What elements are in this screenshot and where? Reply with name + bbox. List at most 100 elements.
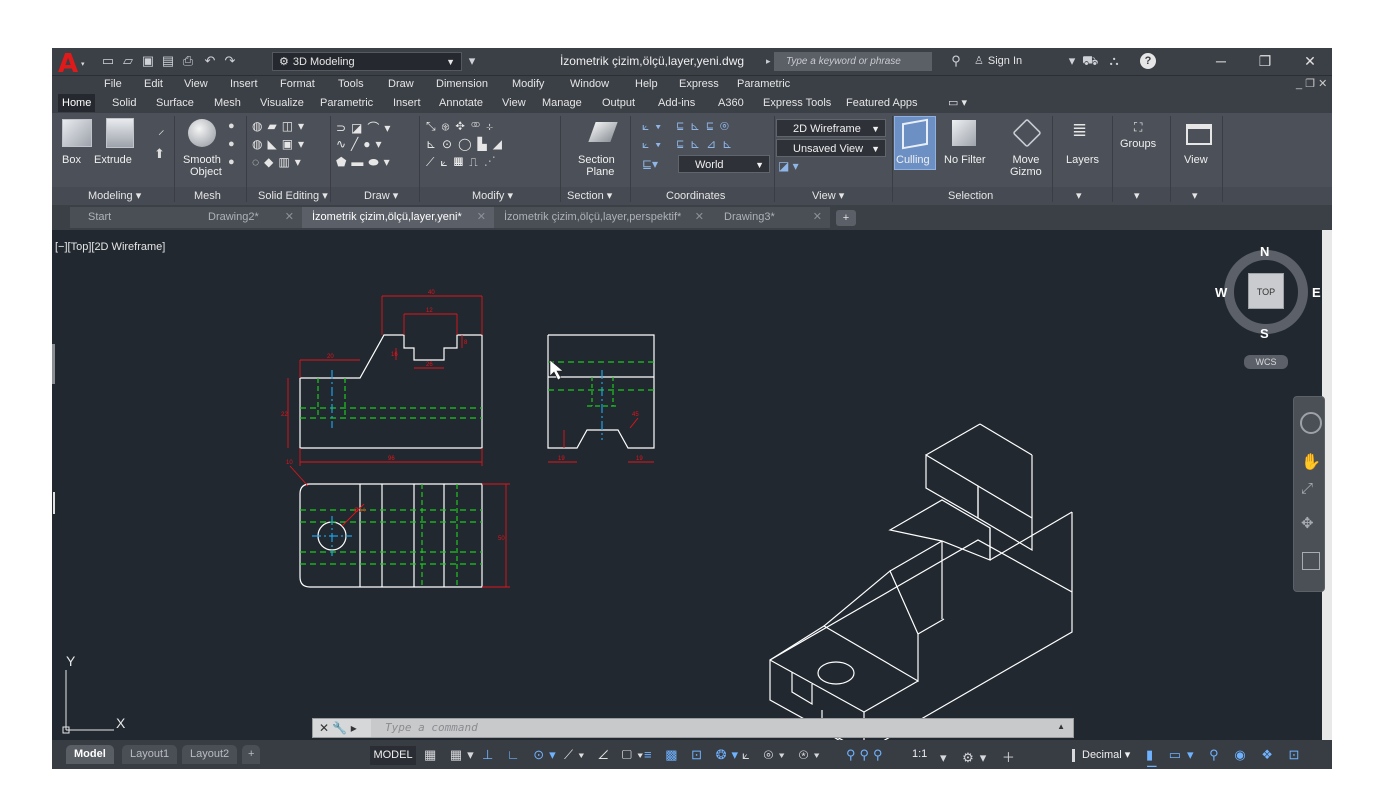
solid-editing-row2-icons[interactable]: ◍◣▣▾ — [252, 137, 309, 151]
save-icon[interactable]: ▣ — [140, 53, 156, 69]
panel-title-section[interactable]: Section ▾ — [567, 188, 612, 204]
menu-parametric[interactable]: Parametric — [737, 76, 790, 93]
cart-icon[interactable]: ⛟ — [1082, 53, 1098, 69]
no-filter-icon[interactable] — [952, 120, 976, 146]
signin-dropdown-icon[interactable]: ▾ — [1064, 53, 1080, 69]
panel-title-modify[interactable]: Modify ▾ — [472, 188, 513, 204]
minimize-button[interactable]: ─ — [1199, 48, 1243, 75]
sign-in-button[interactable]: ♙ Sign In — [974, 52, 1022, 71]
command-history-icon[interactable]: ▲ — [1057, 722, 1065, 731]
panel-title-solid-editing[interactable]: Solid Editing ▾ — [258, 188, 328, 204]
menu-window[interactable]: Window — [570, 76, 609, 93]
panel-title-coordinates[interactable]: Coordinates — [666, 188, 725, 204]
compass-north[interactable]: N — [1260, 244, 1269, 259]
orbit-icon[interactable]: ✥ — [1301, 514, 1314, 532]
draw-row2-icons[interactable]: ∿╱●▾ — [336, 137, 387, 151]
close-tab-icon[interactable]: ✕ — [695, 207, 704, 228]
viewcube-top-face[interactable]: TOP — [1248, 273, 1284, 309]
tab-mesh[interactable]: Mesh — [210, 94, 245, 112]
coordinates-row1-icons[interactable]: ⟀▾ ⊑⊾⊑⊚ — [642, 119, 735, 134]
tab-solid[interactable]: Solid — [108, 94, 140, 112]
tab-annotate[interactable]: Annotate — [435, 94, 487, 112]
groups-icon[interactable]: ⛶ — [1134, 120, 1142, 135]
file-tab-izometrik-yeni[interactable]: İzometrik çizim,ölçü,layer,yeni* ✕ — [302, 207, 494, 228]
search-input[interactable]: Type a keyword or phrase — [774, 52, 932, 71]
wrench-icon[interactable]: 🔧 — [332, 721, 347, 735]
showmotion-icon[interactable] — [1302, 552, 1320, 570]
panel-title-layers-arrow[interactable]: ▾ — [1076, 188, 1082, 204]
new-icon[interactable]: ▭ — [100, 53, 116, 69]
view-button[interactable]: View — [1184, 154, 1208, 166]
ucs-named-icon[interactable]: ⊑▾ — [642, 157, 658, 171]
tab-add-ins[interactable]: Add-ins — [654, 94, 699, 112]
plot-icon[interactable]: ⎙ — [180, 53, 196, 69]
presspull-icon[interactable]: ⬆ — [154, 146, 165, 162]
undo-icon[interactable]: ↶ — [202, 53, 218, 69]
tab-visualize[interactable]: Visualize — [256, 94, 308, 112]
panel-title-view-arrow[interactable]: ▾ — [1192, 188, 1198, 204]
search-expand-icon[interactable]: ▸ — [766, 56, 771, 67]
status-lineweight-icons[interactable]: ≡ ▩ ⊡ ❂▾ — [644, 747, 743, 763]
application-menu-button[interactable]: A ▾ — [52, 48, 88, 79]
menu-insert[interactable]: Insert — [230, 76, 258, 93]
menu-file[interactable]: File — [104, 76, 122, 93]
new-tab-plus-icon[interactable]: + — [836, 210, 856, 226]
status-ortho-polar-icons[interactable]: ⊥ ∟ ⊙▾ — [482, 747, 561, 763]
draw-row1-icons[interactable]: ⊃◪⌒▾ — [336, 119, 395, 136]
status-osnap-icons[interactable]: ⟋▾ ∠ ▢▾ — [564, 747, 648, 763]
extrude-icon[interactable] — [106, 118, 134, 148]
menu-format[interactable]: Format — [280, 76, 315, 93]
compass-south[interactable]: S — [1260, 326, 1269, 341]
tab-output[interactable]: Output — [598, 94, 639, 112]
tab-a360[interactable]: A360 — [714, 94, 748, 112]
layout-tab-model[interactable]: Model — [66, 745, 114, 764]
restore-button[interactable]: ❐ — [1243, 48, 1287, 75]
close-button[interactable]: ✕ — [1288, 48, 1332, 75]
tab-featured-apps[interactable]: Featured Apps — [842, 94, 922, 112]
binoculars-icon[interactable]: ⚲ — [948, 53, 964, 69]
tab-insert[interactable]: Insert — [389, 94, 425, 112]
menu-view[interactable]: View — [184, 76, 208, 93]
workspace-dropdown[interactable]: ⚙ 3D Modeling ▼ — [272, 52, 462, 71]
a360-icon[interactable]: ⛬ — [1106, 53, 1122, 69]
steering-wheel-icon[interactable] — [1300, 412, 1322, 434]
save-as-icon[interactable]: ▤ — [160, 53, 176, 69]
menu-modify[interactable]: Modify — [512, 76, 544, 93]
model-space-button[interactable]: MODEL — [370, 746, 416, 765]
ribbon-minimize-icon[interactable]: ▭ ▾ — [944, 94, 971, 112]
annotation-scale-icons[interactable]: ⚲⚲⚲ — [846, 747, 887, 763]
modify-row2-icons[interactable]: ⊾⊙◯▙◢ — [426, 137, 508, 151]
modify-row1-icons[interactable]: ⤡⊛✥⚭⊹ — [426, 119, 499, 134]
status-quick-props-icons[interactable]: ▮ ▭▾ ⚲ ◉ ❖ ⊡ ☰ — [1146, 747, 1332, 769]
tab-home[interactable]: Home — [58, 94, 96, 112]
tab-surface[interactable]: Surface — [152, 94, 198, 112]
tab-express-tools[interactable]: Express Tools — [759, 94, 835, 112]
visual-style-dropdown[interactable]: 2D Wireframe ▼ — [776, 119, 886, 137]
menu-dimension[interactable]: Dimension — [436, 76, 488, 93]
panel-title-selection[interactable]: Selection — [948, 188, 993, 204]
mesh-smooth-more-icon[interactable]: ● — [228, 120, 235, 132]
file-tab-drawing3[interactable]: Drawing3* ✕ — [712, 207, 830, 228]
draw-row3-icons[interactable]: ⬟▬⬬▾ — [336, 155, 395, 170]
close-icon[interactable]: ✕ — [319, 721, 329, 735]
status-workspace-icons[interactable]: ▾ ⚙▾ ＋ — [940, 747, 1021, 766]
section-plane-button[interactable]: Section Plane — [578, 154, 615, 178]
viewport-config-icon[interactable]: ◪ ▾ — [778, 159, 799, 173]
open-icon[interactable]: ▱ — [120, 53, 136, 69]
coordinates-row2-icons[interactable]: ⟀▾ ⊑⊾⊿⊾ — [642, 137, 738, 152]
status-gizmo-icons[interactable]: ⟀ ⊚▾ ⊛▾ — [742, 747, 825, 763]
view-icon[interactable] — [1186, 124, 1212, 145]
file-tab-izometrik-perspektif[interactable]: İzometrik çizim,ölçü,layer,perspektif* ✕ — [494, 207, 712, 228]
solid-editing-row1-icons[interactable]: ◍▰◫▾ — [252, 119, 309, 133]
tab-view[interactable]: View — [498, 94, 530, 112]
polysolid-icon[interactable]: ⸝ — [158, 120, 165, 138]
close-tab-icon[interactable]: ✕ — [285, 207, 294, 228]
doc-window-controls[interactable]: _ ❐ ✕ — [1296, 76, 1327, 93]
ucs-dropdown[interactable]: World ▼ — [678, 155, 770, 173]
file-tab-start[interactable]: Start — [70, 207, 190, 228]
close-tab-icon[interactable]: ✕ — [813, 207, 822, 228]
panel-title-mesh[interactable]: Mesh — [194, 188, 221, 204]
annotation-scale[interactable]: 1:1 — [912, 747, 927, 762]
panel-title-groups-arrow[interactable]: ▾ — [1134, 188, 1140, 204]
modify-row3-icons[interactable]: ⟋⟀▦⎍⋰ — [426, 155, 502, 170]
